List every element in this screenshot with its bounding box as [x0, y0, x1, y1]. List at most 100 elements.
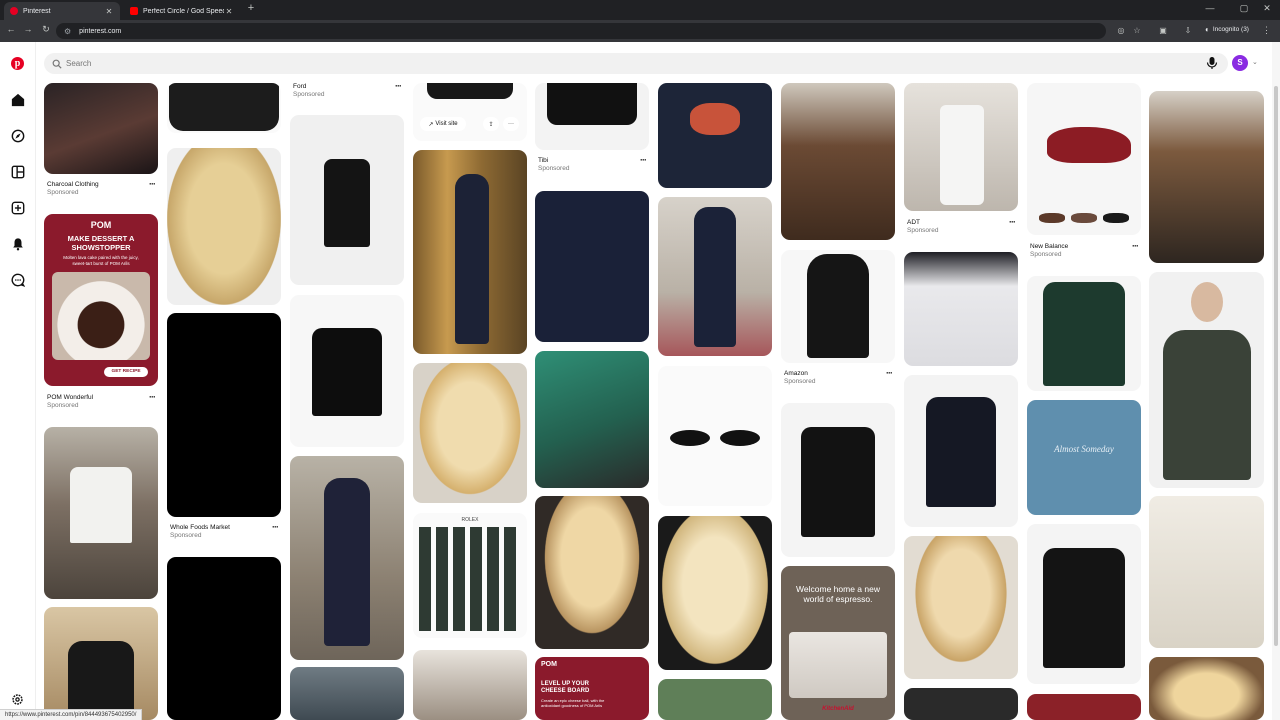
- pin-ad-pom[interactable]: POM MAKE DESSERT A SHOWSTOPPER Molten la…: [44, 214, 158, 386]
- pin-image-adt-device[interactable]: [904, 83, 1018, 211]
- create-icon[interactable]: [10, 200, 26, 216]
- pin-image-curly-hair[interactable]: [658, 516, 772, 670]
- get-recipe-button[interactable]: GET RECIPE: [104, 367, 148, 377]
- more-options-icon[interactable]: ···: [395, 83, 402, 91]
- pin-image-curly-hair[interactable]: [413, 363, 527, 503]
- maximize-icon[interactable]: ▢: [1237, 3, 1251, 14]
- tab-youtube[interactable]: Perfect Circle / God Speed - Yo ✕: [124, 2, 240, 20]
- microphone-icon[interactable]: [1205, 56, 1219, 70]
- pinterest-logo-icon[interactable]: p: [11, 57, 24, 70]
- pin-image-curly-hair[interactable]: [535, 496, 649, 649]
- pin-image-curly-hair[interactable]: [1149, 657, 1264, 720]
- pin-image-outfit[interactable]: [413, 150, 527, 354]
- search-bar[interactable]: Search: [44, 53, 1228, 74]
- explore-icon[interactable]: [10, 128, 26, 144]
- more-options-icon[interactable]: ···: [1132, 242, 1139, 251]
- pin-image-bomber[interactable]: [290, 115, 404, 285]
- pin-image-leather-jacket[interactable]: [290, 295, 404, 447]
- pin-advertiser[interactable]: POM Wonderful: [47, 394, 93, 401]
- more-options-icon[interactable]: ···: [640, 156, 647, 165]
- more-options-icon[interactable]: ···: [886, 369, 893, 378]
- share-icon[interactable]: ⇪: [483, 117, 499, 131]
- visit-site-button[interactable]: ↗ Visit site: [420, 117, 466, 131]
- pin-image-watches[interactable]: ROLEX: [413, 513, 527, 638]
- close-tab-icon[interactable]: ✕: [224, 7, 234, 16]
- jacket-shape: [1163, 330, 1251, 480]
- home-icon[interactable]: [10, 92, 26, 108]
- window-close-icon[interactable]: ✕: [1260, 3, 1274, 14]
- pin-image-sweater[interactable]: [904, 252, 1018, 366]
- pin-advertiser[interactable]: Ford: [293, 83, 306, 90]
- pin-image-street[interactable]: [290, 667, 404, 720]
- pin-image-green[interactable]: [658, 679, 772, 720]
- site-info-icon[interactable]: ⚙: [64, 27, 71, 36]
- more-options-icon[interactable]: ···: [149, 180, 156, 189]
- chevron-down-icon[interactable]: ⌄: [1252, 58, 1258, 66]
- pin-image-jacket[interactable]: [1149, 91, 1264, 263]
- pin-image-graphic-tee[interactable]: [658, 83, 772, 188]
- pin-video-wholefoods[interactable]: [167, 313, 281, 517]
- pin-image-outfit[interactable]: [290, 456, 404, 660]
- settings-icon[interactable]: [11, 693, 24, 706]
- reload-icon[interactable]: ↻: [40, 24, 52, 35]
- pin-image-tshirt[interactable]: [44, 427, 158, 599]
- page-scrollbar[interactable]: [1272, 42, 1280, 720]
- pin-advertiser[interactable]: Amazon: [784, 370, 808, 377]
- more-options-icon[interactable]: ···: [272, 523, 279, 532]
- more-options-icon[interactable]: ···: [1009, 218, 1016, 227]
- pin-image-outfit[interactable]: [658, 197, 772, 356]
- pin-advertiser[interactable]: Charcoal Clothing: [47, 181, 99, 188]
- pin-image[interactable]: [904, 688, 1018, 720]
- pin-image-leather-jacket[interactable]: [781, 403, 895, 557]
- incognito-indicator[interactable]: ◐ Incognito (3): [1205, 25, 1249, 34]
- pin-advertiser[interactable]: Whole Foods Market: [170, 524, 230, 531]
- scrollbar-thumb[interactable]: [1274, 86, 1278, 646]
- pin-image-sweater[interactable]: [413, 650, 527, 720]
- pin-image-shoes[interactable]: [1027, 83, 1141, 235]
- pin-image-curly-hair[interactable]: [167, 148, 281, 305]
- browser-menu-icon[interactable]: ⋮: [1262, 25, 1271, 36]
- minimize-icon[interactable]: —: [1203, 3, 1217, 13]
- close-tab-icon[interactable]: ✕: [104, 7, 114, 16]
- pin-ad-espresso[interactable]: Welcome home a new world of espresso. Ki…: [781, 566, 895, 720]
- extensions-icon[interactable]: ▣: [1157, 26, 1169, 35]
- pin-ad-pom[interactable]: POM LEVEL UP YOUR CHEESE BOARD Create an…: [535, 657, 649, 720]
- avatar[interactable]: S: [1232, 55, 1248, 71]
- more-options-icon[interactable]: ···: [503, 117, 519, 131]
- pin-advertiser[interactable]: ADT: [907, 219, 920, 226]
- pin-image-outfit[interactable]: [44, 83, 158, 174]
- pin-advertiser[interactable]: Tibi: [538, 157, 548, 164]
- pin-image[interactable]: [1027, 694, 1141, 720]
- pin-image-green-jacket[interactable]: [1027, 276, 1141, 391]
- pin-video[interactable]: [167, 557, 281, 720]
- pin-advertiser[interactable]: New Balance: [1030, 243, 1068, 250]
- downloads-icon[interactable]: ⇩: [1182, 26, 1194, 35]
- pin-image-bag[interactable]: [535, 83, 649, 150]
- new-tab-icon[interactable]: +: [244, 2, 258, 14]
- forward-icon[interactable]: →: [22, 24, 34, 34]
- pin-image-rain-jacket[interactable]: [781, 250, 895, 363]
- pin-image-fleece[interactable]: [535, 191, 649, 342]
- back-icon[interactable]: ←: [5, 24, 17, 34]
- pin-image-curly-hair[interactable]: [904, 536, 1018, 679]
- search-input[interactable]: Search: [66, 59, 91, 68]
- pin-image-leather-jacket[interactable]: [167, 83, 281, 133]
- pin-image-leather-jacket[interactable]: [1027, 524, 1141, 684]
- pin-image-jacket[interactable]: [44, 607, 158, 720]
- eye-off-icon[interactable]: ◎: [1115, 26, 1127, 35]
- messages-icon[interactable]: [10, 272, 26, 288]
- pin-image-jacket[interactable]: ↗ Visit site ⇪ ···: [413, 83, 527, 141]
- pin-image-sunglasses[interactable]: [658, 366, 772, 506]
- bookmark-star-icon[interactable]: ☆: [1131, 26, 1143, 35]
- pin-image-jacket[interactable]: [781, 83, 895, 240]
- pin-image-half-zip[interactable]: [904, 375, 1018, 527]
- pin-image-loafers[interactable]: [535, 351, 649, 488]
- more-options-icon[interactable]: ···: [149, 393, 156, 402]
- boards-icon[interactable]: [10, 164, 26, 180]
- pin-image-model-jacket[interactable]: [1149, 272, 1264, 488]
- notifications-icon[interactable]: [10, 236, 26, 252]
- address-bar[interactable]: ⚙ pinterest.com: [56, 23, 1106, 39]
- pin-image-sweatshirt[interactable]: Almost Someday: [1027, 400, 1141, 515]
- pin-image-half-zip[interactable]: [1149, 496, 1264, 648]
- tab-pinterest[interactable]: Pinterest ✕: [4, 2, 120, 20]
